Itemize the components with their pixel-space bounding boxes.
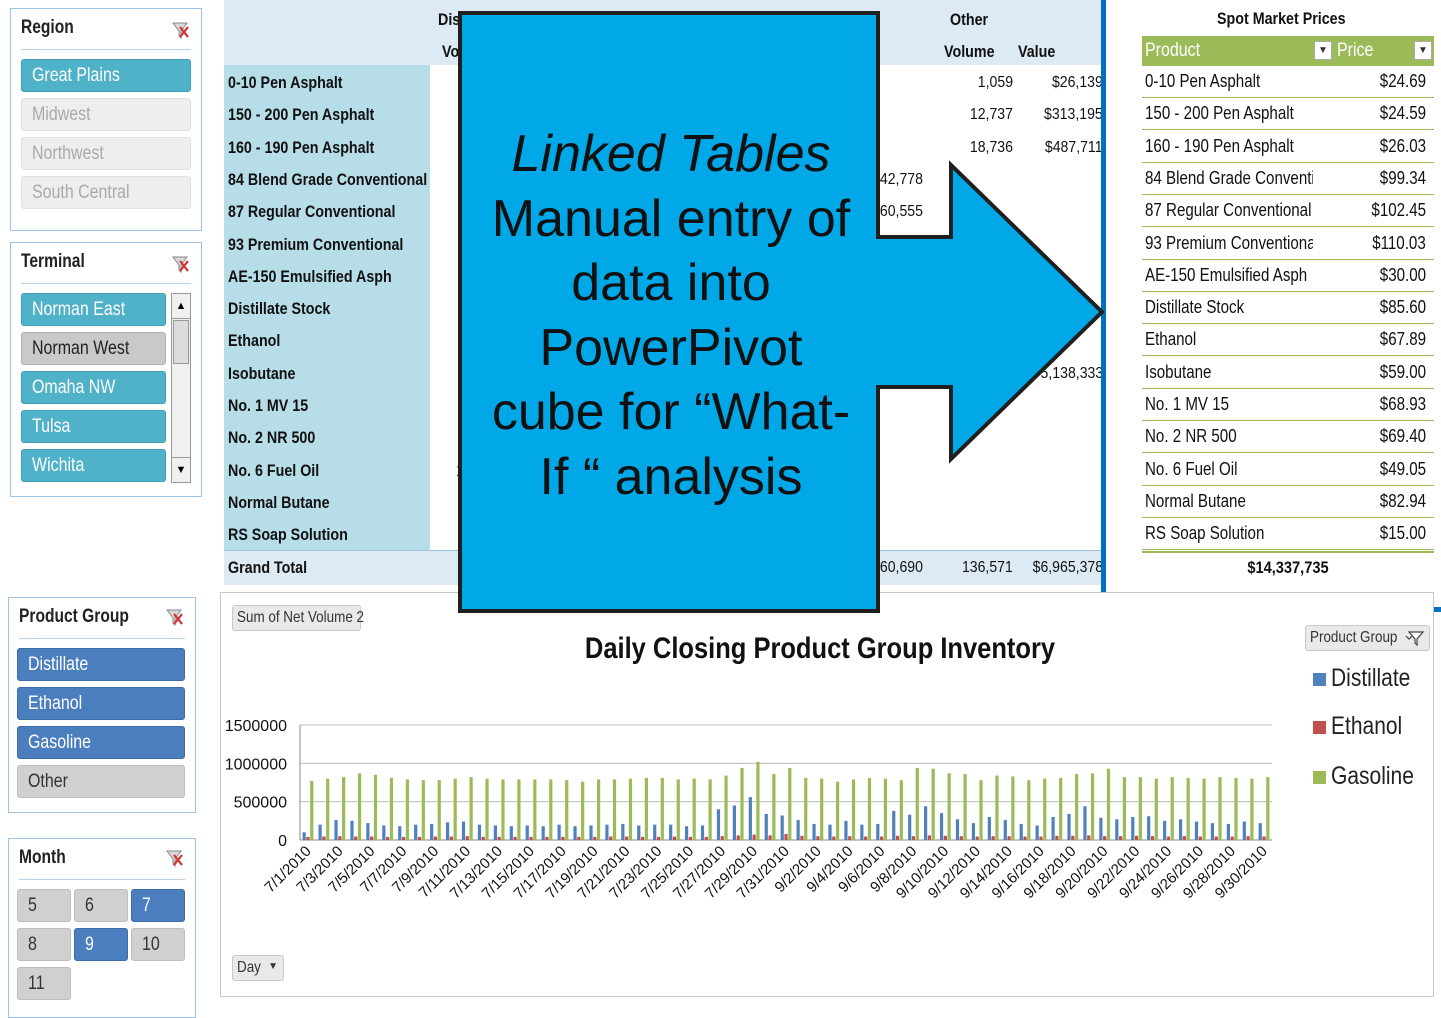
callout-line: Manual entry of [491, 189, 851, 248]
callout-text: Linked Tables Manual entry of data into … [466, 122, 876, 509]
callout-heading: Linked Tables [511, 125, 831, 183]
callout-line: data into [571, 254, 771, 312]
callout-line: cube for “What- [491, 383, 851, 441]
callout-line: PowerPivot [539, 318, 803, 377]
callout-line: If “ analysis [539, 447, 803, 506]
